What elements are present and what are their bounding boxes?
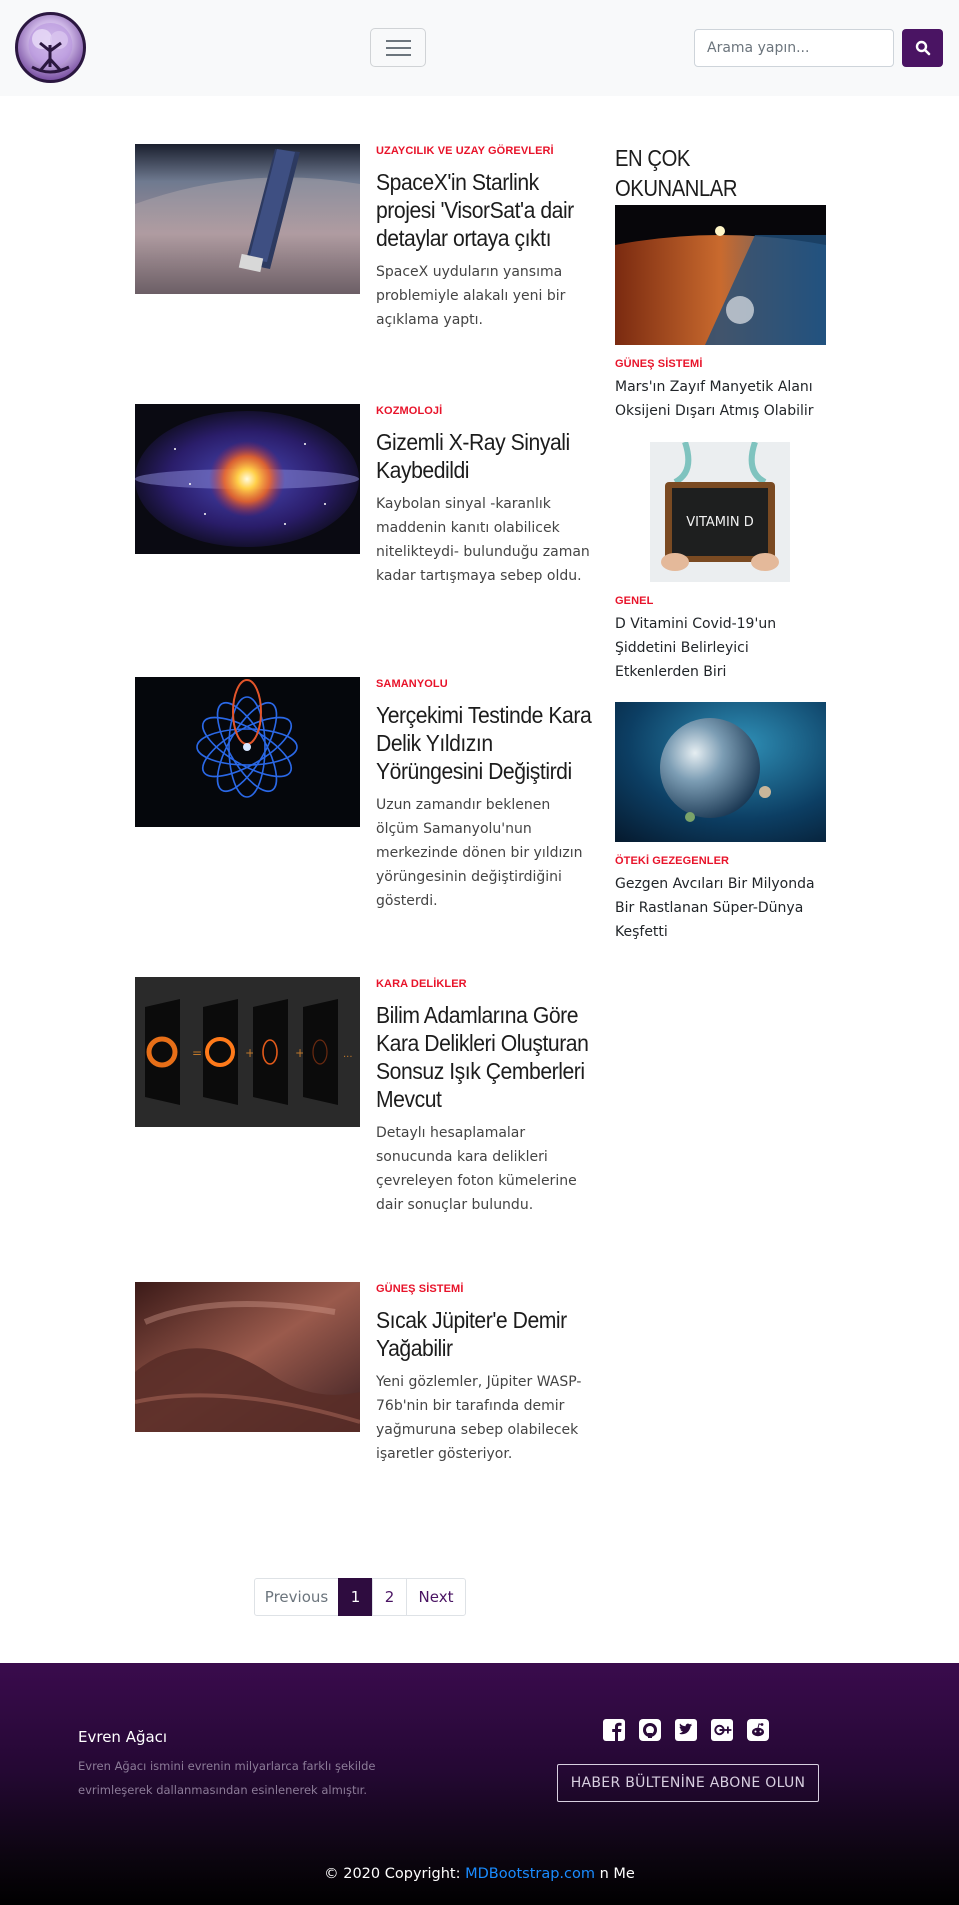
navbar <box>0 0 959 96</box>
google-plus-icon[interactable] <box>711 1719 733 1741</box>
github-icon[interactable] <box>639 1719 661 1741</box>
vitamin-d-board-text: VITAMIN D <box>686 515 753 530</box>
article-title[interactable]: Bilim Adamlarına Göre Kara Delikleri Olu… <box>376 1001 592 1113</box>
search-icon <box>915 40 930 56</box>
sidebar-image-super-earth[interactable] <box>615 702 826 842</box>
footer: Evren Ağacı Evren Ağacı ismini evrenin m… <box>0 1663 959 1905</box>
pagination-previous[interactable]: Previous <box>254 1578 339 1616</box>
copyright-prefix: © 2020 Copyright: <box>324 1866 461 1882</box>
article-title[interactable]: Gizemli X-Ray Sinyali Kaybedildi <box>376 428 592 484</box>
article-card[interactable]: KOZMOLOJİ Gizemli X-Ray Sinyali Kaybedil… <box>135 404 590 634</box>
article-excerpt: Kaybolan sinyal -karanlık maddenin kanıt… <box>376 496 590 584</box>
sidebar-item-title[interactable]: D Vitamini Covid-19'un Şiddetini Belirle… <box>615 612 826 684</box>
pagination-next[interactable]: Next <box>406 1578 466 1616</box>
article-body: UZAYCILIK VE UZAY GÖREVLERİ SpaceX'in St… <box>376 144 591 332</box>
article-body: KARA DELİKLER Bilim Adamlarına Göre Kara… <box>376 977 591 1217</box>
footer-brand: Evren Ağacı <box>78 1728 168 1746</box>
article-image-xray[interactable] <box>135 404 360 554</box>
sidebar-item-title[interactable]: Gezgen Avcıları Bir Milyonda Bir Rastlan… <box>615 872 826 944</box>
search-button[interactable] <box>902 29 943 67</box>
pagination-page-2[interactable]: 2 <box>372 1578 407 1616</box>
article-excerpt: Yeni gözlemler, Jüpiter WASP-76b'nin bir… <box>376 1374 582 1462</box>
logo-tree-icon[interactable] <box>15 12 86 83</box>
sidebar-image-vitamin-d[interactable]: VITAMIN D <box>615 442 826 582</box>
footer-description: Evren Ağacı ismini evrenin milyarlarca f… <box>78 1759 376 1797</box>
sidebar-item-category[interactable]: GENEL <box>615 594 826 608</box>
pagination: Previous 1 2 Next <box>254 1578 466 1616</box>
svg-text:...: ... <box>343 1049 353 1060</box>
sidebar-item[interactable]: ÖTEKİ GEZEGENLER Gezgen Avcıları Bir Mil… <box>615 702 826 944</box>
article-category[interactable]: SAMANYOLU <box>376 677 591 691</box>
article-image-black-hole-rings[interactable]: = + + ... <box>135 977 360 1127</box>
article-image-hot-jupiter[interactable] <box>135 1282 360 1432</box>
article-title[interactable]: SpaceX'in Starlink projesi 'VisorSat'a d… <box>376 168 592 252</box>
svg-text:=: = <box>192 1046 202 1060</box>
copyright-suffix: n Me <box>599 1866 635 1882</box>
twitter-icon[interactable] <box>675 1719 697 1741</box>
facebook-icon[interactable] <box>603 1719 625 1741</box>
article-card[interactable]: SAMANYOLU Yerçekimi Testinde Kara Delik … <box>135 677 592 917</box>
article-card[interactable]: = + + ... KARA DELİKLER Bilim Adamlarına… <box>135 977 589 1227</box>
sidebar-item[interactable]: VITAMIN D GENEL D Vitamini Covid-19'un Ş… <box>615 442 826 684</box>
sidebar-item-title[interactable]: Mars'ın Zayıf Manyetik Alanı Oksijeni Dı… <box>615 375 826 423</box>
article-category[interactable]: KARA DELİKLER <box>376 977 591 991</box>
menu-toggle-button[interactable] <box>370 28 426 67</box>
article-category[interactable]: UZAYCILIK VE UZAY GÖREVLERİ <box>376 144 591 158</box>
sidebar-image-mars[interactable] <box>615 205 826 345</box>
sidebar-title: EN ÇOK OKUNANLAR <box>615 145 738 201</box>
article-image-starlink[interactable] <box>135 144 360 294</box>
copyright: © 2020 Copyright: MDBootstrap.com n Me <box>0 1866 959 1882</box>
search-input[interactable] <box>694 29 894 67</box>
social-links <box>603 1719 783 1741</box>
article-card[interactable]: GÜNEŞ SİSTEMİ Sıcak Jüpiter'e Demir Yağa… <box>135 1282 585 1522</box>
article-title[interactable]: Sıcak Jüpiter'e Demir Yağabilir <box>376 1306 592 1362</box>
article-excerpt: Detaylı hesaplamalar sonucunda kara deli… <box>376 1125 577 1213</box>
hamburger-icon-bar <box>386 47 411 49</box>
newsletter-subscribe-button[interactable]: HABER BÜLTENİNE ABONE OLUN <box>557 1764 819 1802</box>
article-body: SAMANYOLU Yerçekimi Testinde Kara Delik … <box>376 677 592 913</box>
article-body: GÜNEŞ SİSTEMİ Sıcak Jüpiter'e Demir Yağa… <box>376 1282 591 1466</box>
article-category[interactable]: GÜNEŞ SİSTEMİ <box>376 1282 591 1296</box>
article-card[interactable]: UZAYCILIK VE UZAY GÖREVLERİ SpaceX'in St… <box>135 144 585 344</box>
article-body: KOZMOLOJİ Gizemli X-Ray Sinyali Kaybedil… <box>376 404 591 588</box>
article-category[interactable]: KOZMOLOJİ <box>376 404 591 418</box>
hamburger-icon-bar <box>386 54 411 56</box>
hamburger-icon <box>386 40 411 42</box>
article-excerpt: Uzun zamandır beklenen ölçüm Samanyolu'n… <box>376 797 583 909</box>
article-excerpt: SpaceX uyduların yansıma problemiyle ala… <box>376 264 566 328</box>
most-read-sidebar: EN ÇOK OKUNANLAR GÜNEŞ SİSTEMİ Mars'ın Z… <box>615 143 826 940</box>
article-title[interactable]: Yerçekimi Testinde Kara Delik Yıldızın Y… <box>376 701 592 785</box>
sidebar-item[interactable]: GÜNEŞ SİSTEMİ Mars'ın Zayıf Manyetik Ala… <box>615 205 826 423</box>
pagination-page-1[interactable]: 1 <box>338 1578 373 1616</box>
sidebar-item-category[interactable]: GÜNEŞ SİSTEMİ <box>615 357 826 371</box>
reddit-icon[interactable] <box>747 1719 769 1741</box>
sidebar-item-category[interactable]: ÖTEKİ GEZEGENLER <box>615 854 826 868</box>
article-image-orbit[interactable] <box>135 677 360 827</box>
copyright-link[interactable]: MDBootstrap.com <box>465 1866 595 1882</box>
